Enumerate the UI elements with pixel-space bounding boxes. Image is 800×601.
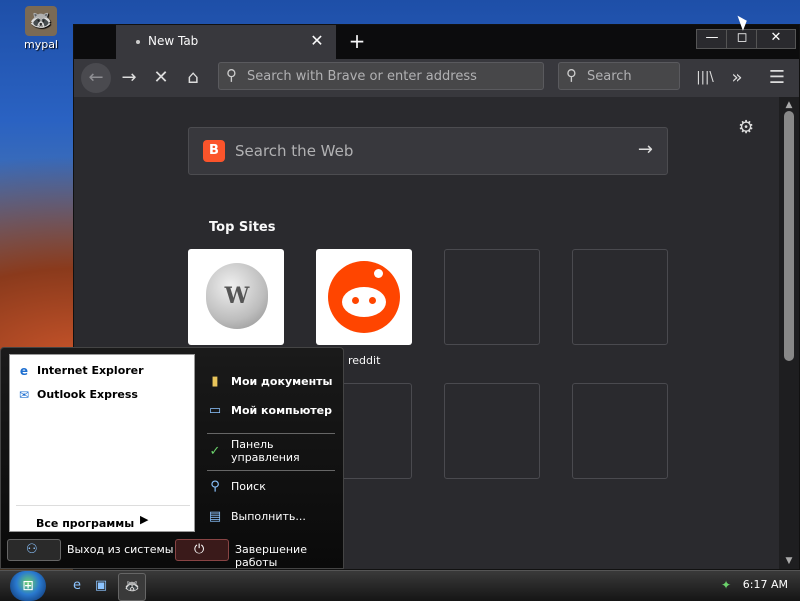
brave-logo-icon: B [203, 140, 225, 162]
start-item-label: Outlook Express [37, 388, 138, 401]
top-site-tile-wikipedia[interactable]: W [188, 249, 284, 345]
start-item-label: Internet Explorer [37, 364, 144, 377]
tab-bar: New Tab ✕ + — ◻ ✕ [74, 25, 799, 59]
overflow-menu-button[interactable]: » [722, 63, 752, 93]
top-site-tile-empty[interactable] [444, 249, 540, 345]
vertical-scrollbar[interactable]: ▲ ▼ [779, 97, 799, 569]
minimize-button[interactable]: — [696, 29, 728, 49]
search-bar-placeholder: Search [587, 69, 632, 84]
top-site-tile-reddit[interactable] [316, 249, 412, 345]
address-bar[interactable]: ⚲ Search with Brave or enter address [218, 62, 544, 90]
forward-button[interactable]: → [114, 63, 144, 93]
reddit-eye-icon [369, 297, 376, 304]
back-button[interactable]: ← [81, 63, 111, 93]
main-menu-button[interactable]: ☰ [762, 63, 792, 93]
magnifier-icon: ⚲ [210, 479, 220, 494]
all-programs-button[interactable]: Все программы [36, 517, 134, 530]
desktop-icon-mypal[interactable]: 🦝 mypal [18, 6, 64, 51]
tab-loading-dot [136, 40, 140, 44]
start-button[interactable]: ⊞ [10, 571, 46, 601]
tab-title: New Tab [148, 34, 199, 48]
search-icon: ⚲ [226, 66, 237, 84]
outlook-express-icon: ✉ [18, 388, 30, 402]
logoff-label[interactable]: Выход из системы [67, 543, 173, 556]
start-item-label: Панель управления [231, 438, 300, 464]
power-icon: ⏻ [194, 542, 205, 557]
search-icon: ⚲ [566, 66, 577, 84]
top-site-tile-empty[interactable] [444, 383, 540, 479]
start-item-label: Мой компьютер [231, 404, 333, 417]
run-icon: ▤ [208, 509, 222, 524]
gear-icon[interactable]: ⚙ [738, 117, 754, 138]
computer-icon: ▭ [208, 403, 222, 418]
start-menu-pinned-panel: e Internet Explorer ✉ Outlook Express Все … [9, 354, 195, 532]
network-icon[interactable]: ✦ [718, 577, 734, 593]
web-search-placeholder: Search the Web [235, 142, 354, 160]
start-item-label: Мои документы [231, 375, 333, 388]
address-bar-placeholder: Search with Brave or enter address [247, 69, 477, 84]
reddit-face-icon [342, 287, 386, 317]
chevron-right-icon: ▶ [140, 513, 149, 526]
logoff-button[interactable]: ⚇ [7, 539, 61, 561]
library-button[interactable]: |||\ [690, 63, 720, 93]
nav-bar: ← → ✕ ⌂ ⚲ Search with Brave or enter add… [74, 59, 799, 97]
taskbar-task-mypal[interactable]: 🦝 [118, 573, 146, 601]
reddit-eye-icon [352, 297, 359, 304]
start-item-run[interactable]: ▤ Выполнить... [205, 507, 306, 527]
start-item-my-computer[interactable]: ▭ Мой компьютер [205, 401, 332, 421]
desktop-icon-label: mypal [23, 38, 58, 51]
reddit-logo-icon [328, 261, 400, 333]
search-bar[interactable]: ⚲ Search [558, 62, 680, 90]
new-tab-button[interactable]: + [344, 28, 370, 54]
tab-close-icon[interactable]: ✕ [306, 30, 328, 52]
top-site-tile-empty[interactable] [572, 249, 668, 345]
wikipedia-globe-icon: W [206, 263, 268, 329]
start-item-label: Выполнить... [231, 510, 306, 523]
start-menu-divider [207, 433, 335, 434]
home-button[interactable]: ⌂ [178, 63, 208, 93]
clock[interactable]: 6:17 AM [743, 578, 788, 591]
start-item-my-documents[interactable]: ▮ Мои документы [205, 372, 333, 392]
close-window-button[interactable]: ✕ [756, 29, 796, 49]
folder-icon: ▮ [211, 374, 219, 389]
show-desktop-icon[interactable]: ▣ [92, 577, 110, 595]
start-item-control-panel[interactable]: ✓ Панель управления [205, 438, 325, 464]
shutdown-label[interactable]: Завершение работы [235, 543, 343, 569]
start-item-outlook-express[interactable]: ✉ Outlook Express [16, 387, 138, 403]
logoff-icon: ⚇ [26, 542, 38, 557]
tab-new-tab[interactable]: New Tab ✕ [116, 25, 336, 59]
ie-quicklaunch-icon[interactable]: e [68, 577, 86, 595]
maximize-button[interactable]: ◻ [726, 29, 758, 49]
start-menu-divider [207, 470, 335, 471]
control-panel-icon: ✓ [209, 444, 221, 459]
start-item-search[interactable]: ⚲ Поиск [205, 477, 266, 497]
arrow-right-icon[interactable]: → [638, 139, 653, 160]
start-menu: e Internet Explorer ✉ Outlook Express Все … [0, 347, 344, 569]
mypal-icon: 🦝 [25, 6, 57, 36]
scrollbar-thumb[interactable] [784, 111, 794, 361]
internet-explorer-icon: e [19, 364, 29, 378]
top-site-tile-empty[interactable] [572, 383, 668, 479]
scroll-up-icon[interactable]: ▲ [782, 99, 796, 111]
top-site-label-reddit: reddit [348, 354, 381, 367]
start-item-internet-explorer[interactable]: e Internet Explorer [16, 363, 144, 379]
shutdown-button[interactable]: ⏻ [175, 539, 229, 561]
reddit-antenna-icon [374, 269, 383, 278]
start-item-label: Поиск [231, 480, 266, 493]
system-tray: ✦ 6:17 AM [714, 571, 800, 601]
web-search-box[interactable]: B Search the Web → [188, 127, 668, 175]
taskbar: ⊞ e ▣ 🦝 ✦ 6:17 AM [0, 570, 800, 601]
stop-button[interactable]: ✕ [146, 63, 176, 93]
top-sites-heading: Top Sites [209, 220, 276, 235]
start-menu-divider [16, 505, 190, 506]
scroll-down-icon[interactable]: ▼ [782, 555, 796, 567]
